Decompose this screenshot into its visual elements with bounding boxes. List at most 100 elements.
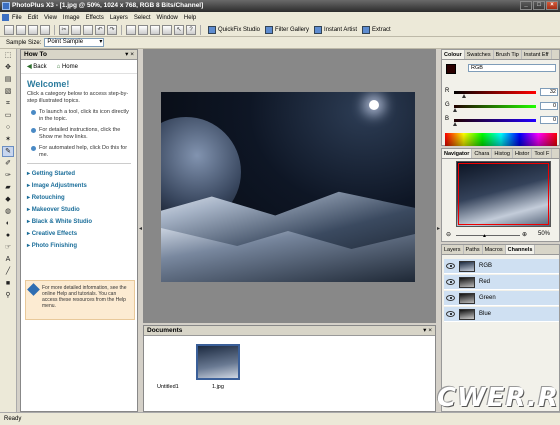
quickfix-studio-button[interactable]: QuickFix Studio: [208, 25, 260, 34]
tab-instant-effects[interactable]: Instant Eff: [522, 50, 552, 59]
eye-icon[interactable]: [446, 295, 455, 301]
new-file-icon[interactable]: [4, 24, 14, 35]
panel-options-icon[interactable]: ▾ ×: [423, 326, 432, 336]
menu-edit[interactable]: Edit: [28, 15, 38, 21]
channel-row-red[interactable]: Red: [444, 275, 559, 290]
category-makeover-studio[interactable]: Makeover Studio: [27, 204, 131, 216]
paintbrush-tool-icon[interactable]: ✐: [2, 158, 14, 169]
maximize-button[interactable]: □: [533, 1, 545, 10]
tab-paths[interactable]: Paths: [464, 245, 483, 254]
redo-icon[interactable]: ↷: [107, 24, 117, 35]
blue-slider-knob[interactable]: [453, 122, 457, 126]
fill-tool-icon[interactable]: ◆: [2, 194, 14, 205]
clone-tool-icon[interactable]: ✑: [2, 170, 14, 181]
lasso-tool-icon[interactable]: ○: [2, 122, 14, 133]
navigator-thumbnail[interactable]: [456, 161, 551, 227]
image-canvas[interactable]: [161, 92, 415, 282]
menu-file[interactable]: File: [12, 15, 22, 21]
red-slider-knob[interactable]: [462, 94, 466, 98]
tab-colour[interactable]: Colour: [442, 50, 465, 59]
channel-row-rgb[interactable]: RGB: [444, 259, 559, 274]
tab-character[interactable]: Chara: [472, 149, 493, 158]
tab-channels[interactable]: Channels: [505, 245, 536, 254]
zoom-tool-icon[interactable]: ⚲: [2, 290, 14, 301]
channel-row-green[interactable]: Green: [444, 291, 559, 306]
tab-swatches[interactable]: Swatches: [465, 50, 494, 59]
minimize-button[interactable]: _: [520, 1, 532, 10]
zoom-icon[interactable]: [126, 24, 136, 35]
tab-layers[interactable]: Layers: [442, 245, 464, 254]
menu-window[interactable]: Window: [157, 15, 178, 21]
text-tool-icon[interactable]: A: [2, 254, 14, 265]
panel-options-icon[interactable]: ▾ ×: [125, 50, 134, 60]
eye-icon[interactable]: [446, 263, 455, 269]
menu-select[interactable]: Select: [134, 15, 151, 21]
crop-icon[interactable]: [138, 24, 148, 35]
menu-layers[interactable]: Layers: [110, 15, 128, 21]
deform-tool-icon[interactable]: ▧: [2, 86, 14, 97]
line-tool-icon[interactable]: ╱: [2, 266, 14, 277]
category-image-adjustments[interactable]: Image Adjustments: [27, 180, 131, 192]
foreground-color-swatch[interactable]: [446, 64, 456, 74]
copy-icon[interactable]: [71, 24, 81, 35]
blue-slider[interactable]: [454, 119, 536, 122]
menu-effects[interactable]: Effects: [86, 15, 104, 21]
zoom-slider-knob[interactable]: ▲: [482, 233, 487, 239]
red-slider[interactable]: [454, 91, 536, 94]
filter-gallery-button[interactable]: Filter Gallery: [265, 25, 309, 34]
print-icon[interactable]: [40, 24, 50, 35]
tab-navigator[interactable]: Navigator: [442, 149, 473, 158]
menu-app-icon[interactable]: [2, 14, 9, 21]
navigator-view-box[interactable]: [458, 163, 549, 225]
channel-row-blue[interactable]: Blue: [444, 307, 559, 322]
zoom-slider[interactable]: [456, 235, 520, 236]
eraser-tool-icon[interactable]: ▰: [2, 182, 14, 193]
red-value-input[interactable]: 32: [540, 88, 558, 96]
marquee-tool-icon[interactable]: ⬚: [2, 50, 14, 61]
tab-tool-presets[interactable]: Tool F: [532, 149, 553, 158]
menu-view[interactable]: View: [44, 15, 57, 21]
eye-icon[interactable]: [446, 279, 455, 285]
back-button[interactable]: ◀ Back: [27, 63, 47, 70]
blur-tool-icon[interactable]: ◍: [2, 206, 14, 217]
help-icon[interactable]: ?: [186, 24, 196, 35]
menu-help[interactable]: Help: [184, 15, 196, 21]
instant-artist-button[interactable]: Instant Artist: [314, 25, 357, 34]
tab-brush-tip[interactable]: Brush Tip: [494, 50, 522, 59]
shape-tool-icon[interactable]: ■: [2, 278, 14, 289]
move-tool-icon[interactable]: ✥: [2, 62, 14, 73]
tab-history[interactable]: Histor: [513, 149, 533, 158]
zoom-in-icon[interactable]: ⊕: [522, 231, 527, 238]
menu-image[interactable]: Image: [63, 15, 80, 21]
eye-icon[interactable]: [446, 311, 455, 317]
tab-macros[interactable]: Macros: [483, 245, 506, 254]
mask-tool-icon[interactable]: ▤: [2, 74, 14, 85]
color-pickup-icon[interactable]: ✎: [2, 146, 14, 157]
green-slider-knob[interactable]: [453, 108, 457, 112]
green-value-input[interactable]: 0: [540, 102, 558, 110]
rectangle-select-icon[interactable]: ▭: [2, 110, 14, 121]
category-getting-started[interactable]: Getting Started: [27, 168, 131, 180]
image-workspace[interactable]: [143, 49, 436, 323]
brush-icon[interactable]: [162, 24, 172, 35]
lock-icon[interactable]: [150, 24, 160, 35]
colour-mode-select[interactable]: RGB: [468, 64, 556, 72]
blue-value-input[interactable]: 0: [540, 116, 558, 124]
extract-button[interactable]: Extract: [362, 25, 391, 34]
category-retouching[interactable]: Retouching: [27, 192, 131, 204]
red-eye-tool-icon[interactable]: ●: [2, 230, 14, 241]
undo-icon[interactable]: ↶: [95, 24, 105, 35]
smudge-tool-icon[interactable]: ☞: [2, 242, 14, 253]
cut-icon[interactable]: ✂: [59, 24, 69, 35]
document-thumbnail-1jpg[interactable]: [196, 344, 240, 380]
magic-wand-icon[interactable]: ✶: [2, 134, 14, 145]
colour-spectrum[interactable]: [445, 133, 557, 146]
dodge-tool-icon[interactable]: ◐: [2, 218, 14, 229]
category-creative-effects[interactable]: Creative Effects: [27, 228, 131, 240]
home-button[interactable]: ⌂ Home: [57, 64, 78, 70]
category-black-white-studio[interactable]: Black & White Studio: [27, 216, 131, 228]
crop-tool-icon[interactable]: ⌗: [2, 98, 14, 109]
green-slider[interactable]: [454, 105, 536, 108]
sample-size-select[interactable]: Point Sample: [44, 38, 105, 47]
save-icon[interactable]: [28, 24, 38, 35]
